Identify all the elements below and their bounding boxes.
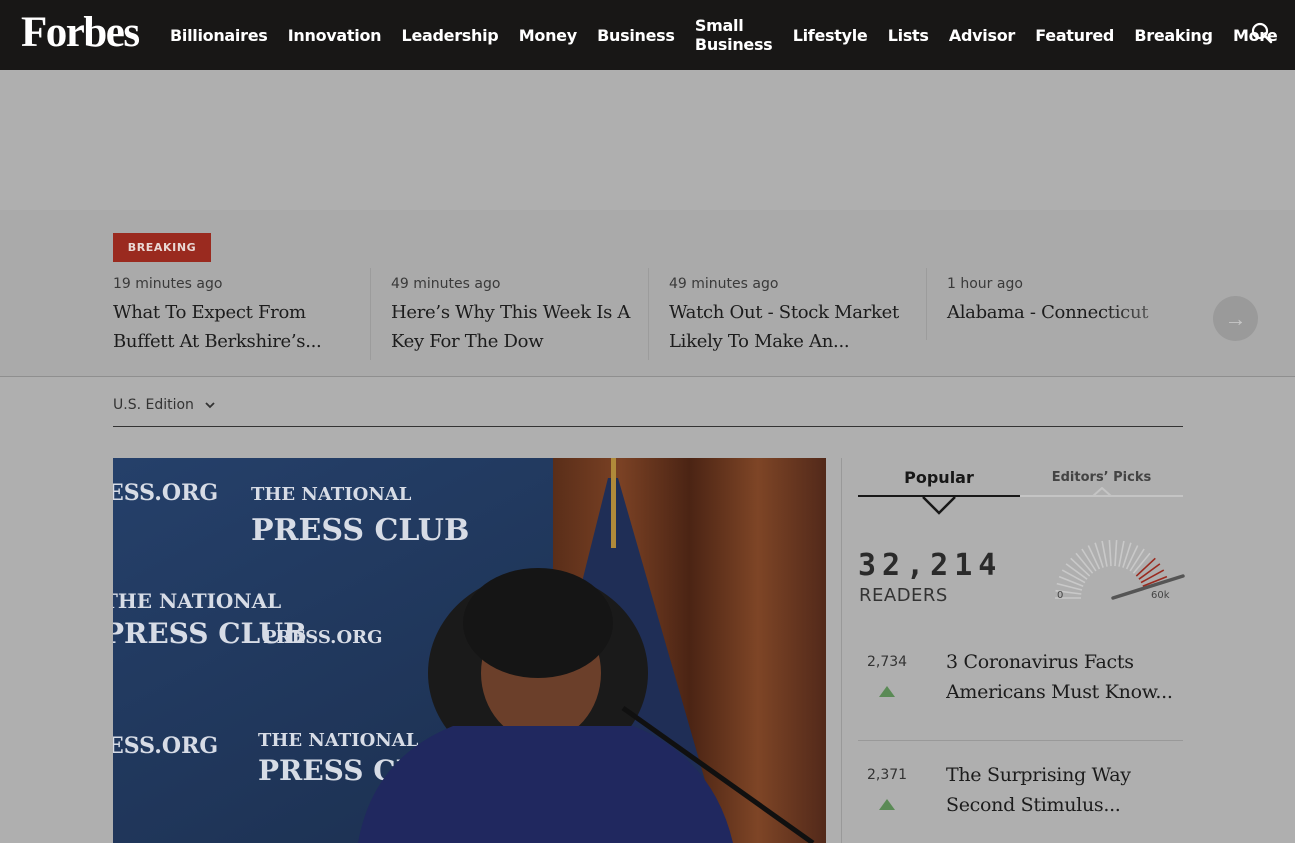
popular-title[interactable]: The Surprising Way — [946, 760, 1178, 790]
trend-up-icon — [879, 686, 895, 697]
strip-fade — [1100, 270, 1295, 370]
gauge-tick — [1114, 540, 1118, 567]
gauge-tick — [1108, 540, 1112, 567]
tab-pointer-icon — [1092, 487, 1112, 497]
edition-selector[interactable]: U.S. Edition — [113, 397, 216, 413]
nav-featured[interactable]: Featured — [1035, 26, 1114, 45]
gauge-max: 60k — [1151, 590, 1170, 601]
story-title[interactable]: Watch Out - Stock Market Likely To Make … — [669, 298, 909, 356]
readers-label: READERS — [859, 585, 948, 606]
chevron-down-icon — [205, 402, 216, 409]
story-title-line: Watch Out - Stock Market — [669, 302, 899, 323]
story-time: 49 minutes ago — [669, 276, 779, 292]
banner-text: PRESS CLUB — [251, 513, 469, 548]
gauge-tick — [1061, 569, 1086, 584]
banner-text: ESS.ORG — [113, 480, 218, 506]
banner-text: THE NATIONAL — [251, 484, 412, 505]
popular-item[interactable]: 2,371 The Surprising Way Second Stimulus… — [858, 764, 1183, 843]
popular-count: 2,734 — [867, 654, 908, 670]
top-nav: Forbes Billionaires Innovation Leadershi… — [0, 0, 1295, 70]
banner-text: PRESS.ORG — [263, 627, 382, 648]
breaking-badge: BREAKING — [113, 233, 211, 262]
banner-text: ESS.ORG — [113, 733, 218, 759]
popular-item[interactable]: 2,734 3 Coronavirus Facts Americans Must… — [858, 651, 1183, 732]
tab-editors-picks[interactable]: Editors’ Picks — [1020, 470, 1183, 485]
gauge-tick — [1118, 540, 1125, 567]
nav-small-business[interactable]: Small Business — [695, 16, 773, 54]
nav-links: Billionaires Innovation Leadership Money… — [170, 0, 1295, 70]
readers-gauge: 0 60k — [1055, 540, 1185, 601]
popular-title[interactable]: 3 Coronavirus Facts — [946, 647, 1178, 677]
nav-money[interactable]: Money — [519, 26, 577, 45]
story-divider — [648, 268, 649, 360]
breaking-story[interactable]: 19 minutes ago What To Expect From Buffe… — [113, 268, 353, 360]
edition-label: U.S. Edition — [113, 397, 194, 413]
nav-leadership[interactable]: Leadership — [402, 26, 499, 45]
breaking-story[interactable]: 49 minutes ago Here’s Why This Week Is A… — [391, 268, 631, 360]
nav-lists[interactable]: Lists — [888, 26, 929, 45]
hero-photo: ESS.ORG THE NATIONAL PRESS CLUB THE NATI… — [113, 458, 826, 843]
banner-text: THE NATIONAL — [113, 589, 281, 613]
nav-business[interactable]: Business — [597, 26, 675, 45]
story-title-line: Key For The Dow — [391, 331, 544, 352]
rail-divider — [841, 458, 842, 843]
banner-text: THE NATIONAL — [258, 730, 419, 751]
gauge-tick — [1101, 540, 1108, 567]
tab-popular[interactable]: Popular — [858, 468, 1020, 487]
popular-count: 2,371 — [867, 767, 908, 783]
hero-image[interactable]: ESS.ORG THE NATIONAL PRESS CLUB THE NATI… — [113, 458, 826, 843]
nav-lifestyle[interactable]: Lifestyle — [793, 26, 868, 45]
search-icon[interactable] — [1251, 22, 1273, 44]
forbes-logo[interactable]: Forbes — [21, 10, 140, 56]
story-title[interactable]: What To Expect From Buffett At Berkshire… — [113, 298, 353, 356]
nav-innovation[interactable]: Innovation — [288, 26, 382, 45]
gauge-tick — [1140, 569, 1165, 584]
popular-title[interactable]: Second Stimulus... — [946, 790, 1178, 820]
popular-title[interactable]: Americans Must Know... — [946, 677, 1178, 707]
arrow-right-icon[interactable]: → — [1213, 296, 1258, 341]
story-title-line: Buffett At Berkshire’s... — [113, 331, 322, 352]
story-divider — [370, 268, 371, 360]
breaking-story[interactable]: 49 minutes ago Watch Out - Stock Market … — [669, 268, 909, 360]
tab-pointer-icon — [922, 496, 956, 515]
story-title-line: Here’s Why This Week Is A — [391, 302, 631, 323]
story-time: 19 minutes ago — [113, 276, 223, 292]
popular-divider — [858, 740, 1183, 741]
nav-advisor[interactable]: Advisor — [949, 26, 1015, 45]
gauge-min: 0 — [1057, 590, 1063, 601]
readers-count: 32,214 — [858, 548, 1003, 583]
edition-divider — [113, 426, 1183, 427]
nav-breaking[interactable]: Breaking — [1134, 26, 1213, 45]
nav-billionaires[interactable]: Billionaires — [170, 26, 268, 45]
trend-up-icon — [879, 799, 895, 810]
story-title-line: Likely To Make An... — [669, 331, 850, 352]
story-divider — [926, 268, 927, 340]
story-title-line: What To Expect From — [113, 302, 306, 323]
story-time: 49 minutes ago — [391, 276, 501, 292]
story-title[interactable]: Here’s Why This Week Is A Key For The Do… — [391, 298, 631, 356]
